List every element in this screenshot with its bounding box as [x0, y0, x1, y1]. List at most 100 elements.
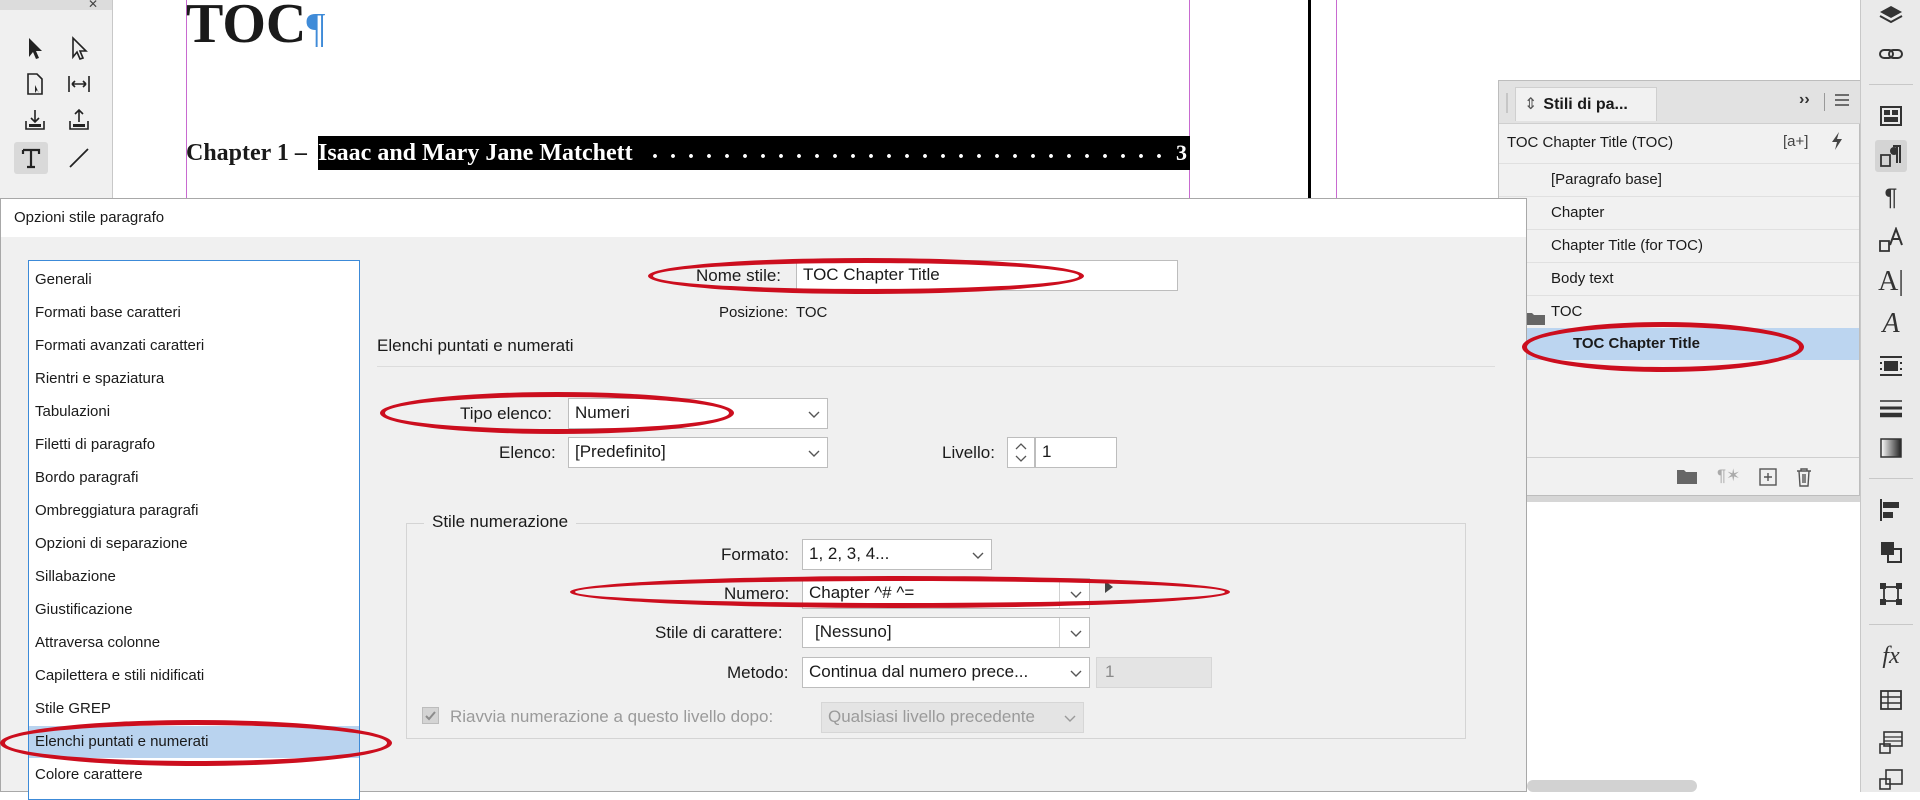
- direct-selection-tool-icon[interactable]: [62, 32, 96, 64]
- list-value: [Predefinito]: [575, 442, 666, 461]
- panel-grip-icon[interactable]: [1503, 91, 1511, 115]
- toc-line-page-number: 3: [1176, 140, 1187, 165]
- effects-icon[interactable]: fx: [1875, 640, 1907, 672]
- gradient-icon[interactable]: [1875, 432, 1907, 464]
- restart-numbering-checkbox[interactable]: [422, 707, 439, 724]
- dock-separator: [1869, 478, 1913, 479]
- method-dropdown[interactable]: Continua dal numero prece...: [802, 657, 1090, 688]
- paragraph-icon[interactable]: ¶: [1875, 182, 1907, 214]
- trash-icon[interactable]: [1795, 467, 1813, 492]
- transform-icon[interactable]: [1875, 578, 1907, 610]
- category-item[interactable]: Opzioni di separazione: [29, 528, 359, 560]
- category-item[interactable]: Giustificazione: [29, 594, 359, 626]
- clear-overrides-icon[interactable]: ¶✶: [1717, 466, 1740, 486]
- align-icon[interactable]: [1875, 494, 1907, 526]
- format-value: 1, 2, 3, 4...: [809, 544, 890, 563]
- panel-resize-handle[interactable]: [1498, 496, 1860, 502]
- level-stepper[interactable]: [1007, 437, 1035, 468]
- format-dropdown[interactable]: 1, 2, 3, 4...: [802, 539, 992, 570]
- annotation-ellipse: [1522, 322, 1804, 372]
- method-label: Metodo:: [727, 663, 789, 682]
- dialog-title: Opzioni stile paragrafo: [1, 199, 1526, 237]
- dock-separator: [1869, 624, 1913, 625]
- style-item[interactable]: Chapter: [1499, 196, 1859, 228]
- category-item[interactable]: Ombreggiatura paragrafi: [29, 495, 359, 527]
- position-label: Posizione:: [719, 304, 789, 321]
- format-label: Formato:: [721, 545, 790, 564]
- gap-tool-icon[interactable]: [62, 68, 96, 100]
- category-item[interactable]: Formati base caratteri: [29, 297, 359, 329]
- layers-icon[interactable]: [1875, 0, 1907, 32]
- category-item[interactable]: Bordo paragrafi: [29, 462, 359, 494]
- annotation-ellipse: [380, 392, 734, 434]
- category-item[interactable]: Attraversa colonne: [29, 627, 359, 659]
- chevron-down-icon: [1069, 618, 1083, 647]
- toc-line-text[interactable]: Isaac and Mary Jane Matchett: [318, 136, 633, 170]
- folder-icon[interactable]: [1677, 468, 1697, 489]
- horizontal-scrollbar[interactable]: [1527, 780, 1697, 792]
- style-item[interactable]: Chapter Title (for TOC): [1499, 229, 1859, 261]
- glyph-icon[interactable]: A: [1875, 308, 1907, 340]
- category-item[interactable]: Rientri e spaziatura: [29, 363, 359, 395]
- category-item[interactable]: Generali: [29, 264, 359, 296]
- character-icon[interactable]: A|: [1875, 266, 1907, 298]
- annotation-ellipse: [570, 576, 1230, 608]
- section-divider: [377, 366, 1495, 367]
- tab-divider: [1824, 93, 1825, 111]
- paragraph-styles-icon[interactable]: [1875, 140, 1907, 172]
- section-title: Elenchi puntati e numerati: [377, 336, 574, 355]
- dropdown-divider: [1059, 618, 1060, 647]
- panel-dock: ¶ A| A fx: [1860, 0, 1920, 792]
- level-input[interactable]: 1: [1035, 437, 1117, 468]
- close-icon[interactable]: ✕: [88, 0, 98, 11]
- panel-collapse-icon[interactable]: ››: [1799, 91, 1810, 109]
- type-tool-icon[interactable]: [14, 142, 48, 174]
- table-styles-icon[interactable]: [1875, 726, 1907, 758]
- text-frame[interactable]: [186, 0, 1190, 200]
- line-tool-icon[interactable]: [62, 142, 96, 174]
- character-styles-icon[interactable]: [1875, 224, 1907, 256]
- pilcrow-icon: ¶: [306, 6, 326, 48]
- cell-styles-icon[interactable]: [1875, 764, 1907, 796]
- content-placer-icon[interactable]: [62, 104, 96, 136]
- category-item[interactable]: Sillabazione: [29, 561, 359, 593]
- category-item[interactable]: Tabulazioni: [29, 396, 359, 428]
- chevron-down-icon: [807, 399, 821, 428]
- tab-paragraph-styles[interactable]: ⇕ Stili di pa...: [1515, 87, 1657, 121]
- restart-level-dropdown[interactable]: Qualsiasi livello precedente: [821, 702, 1084, 733]
- category-item[interactable]: Filetti di paragrafo: [29, 429, 359, 461]
- links-icon[interactable]: [1875, 38, 1907, 70]
- numbering-group-title: Stile numerazione: [424, 512, 577, 532]
- category-item[interactable]: Formati avanzati caratteri: [29, 330, 359, 362]
- panel-tab-bar: ⇕ Stili di pa... ››: [1499, 81, 1861, 124]
- lightning-icon[interactable]: [1829, 131, 1845, 156]
- new-style-icon[interactable]: [a+]: [1783, 133, 1808, 150]
- content-collector-icon[interactable]: [18, 104, 52, 136]
- panel-menu-icon[interactable]: [1833, 91, 1851, 114]
- category-item[interactable]: Capilettera e stili nidificati: [29, 660, 359, 692]
- stroke-icon[interactable]: [1875, 392, 1907, 424]
- chevron-down-icon: [971, 540, 985, 569]
- position-value: TOC: [796, 304, 828, 321]
- text-wrap-icon[interactable]: [1875, 350, 1907, 382]
- style-item[interactable]: [Paragrafo base]: [1499, 163, 1859, 195]
- document-heading[interactable]: TOC¶: [186, 0, 325, 48]
- page-tool-icon[interactable]: [18, 68, 52, 100]
- style-item[interactable]: Body text: [1499, 262, 1859, 294]
- pathfinder-icon[interactable]: [1875, 536, 1907, 568]
- pages-icon[interactable]: [1875, 100, 1907, 132]
- table-icon[interactable]: [1875, 684, 1907, 716]
- paragraph-styles-panel: ⇕ Stili di pa... ›› TOC Chapter Title (TO…: [1498, 80, 1861, 496]
- level-label: Livello:: [942, 443, 995, 462]
- list-dropdown[interactable]: [Predefinito]: [568, 437, 828, 468]
- character-style-dropdown[interactable]: [Nessuno]: [802, 617, 1090, 648]
- new-style-button-icon[interactable]: [1759, 468, 1777, 491]
- page-edge: [1308, 0, 1311, 200]
- toc-line-leader: . . . . . . . . . . . . . . . . . . . . …: [652, 138, 1172, 164]
- toc-line-prefix[interactable]: Chapter 1 –: [186, 136, 307, 170]
- method-start-input[interactable]: 1: [1096, 657, 1212, 688]
- folder-icon: [1525, 305, 1545, 325]
- dock-separator: [1869, 84, 1913, 85]
- chevron-down-icon: [1063, 703, 1077, 732]
- selection-tool-icon[interactable]: [18, 32, 52, 64]
